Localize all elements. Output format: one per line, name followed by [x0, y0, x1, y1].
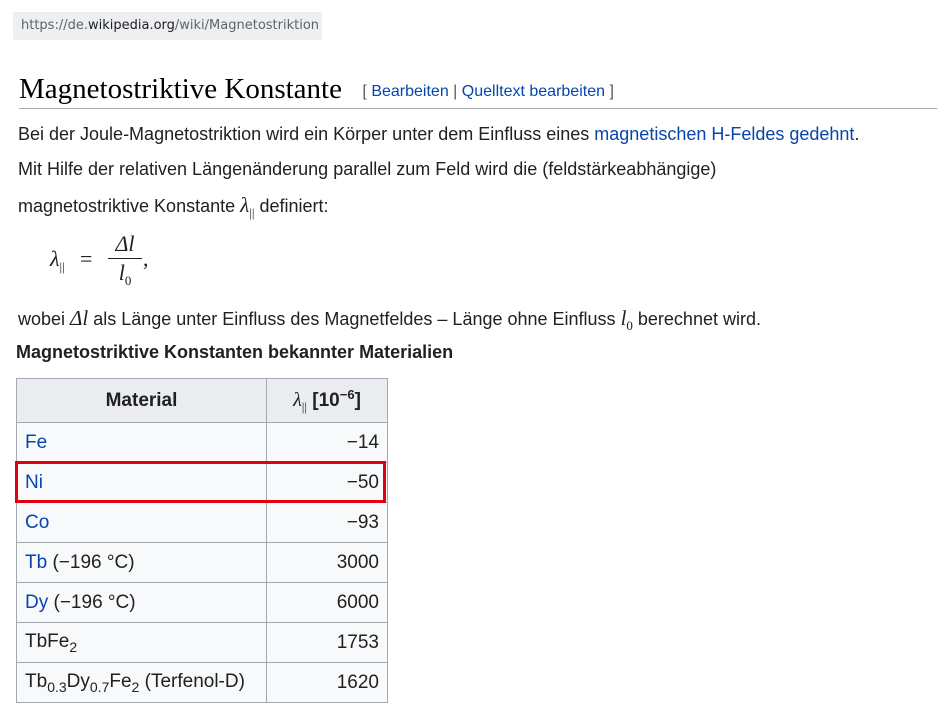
- formula-denominator: l0: [118, 260, 132, 289]
- edit-link[interactable]: Bearbeiten: [371, 83, 448, 100]
- table-row: Co −93: [16, 502, 388, 543]
- paragraph-text: magnetostriktive Konstante: [18, 196, 241, 216]
- formula-fraction: Δl l0: [108, 232, 142, 293]
- value-cell: −50: [266, 462, 388, 503]
- material-link[interactable]: Dy: [25, 592, 48, 613]
- edit-bracket-open: [: [362, 83, 367, 100]
- table-row: Fe −14: [16, 422, 388, 463]
- header-lambda[interactable]: λ|| [10−6]: [266, 378, 388, 423]
- material-link[interactable]: Ni: [25, 472, 43, 493]
- l0-symbol: l0: [620, 306, 633, 333]
- paragraph-text: als Länge unter Einfluss des Magnetfelde…: [88, 309, 621, 329]
- magnetic-field-link[interactable]: magnetischen H-Feldes gedehnt: [594, 124, 854, 144]
- materials-table: Material λ|| [10−6] Fe −14 Ni −50 Co −93…: [16, 378, 388, 703]
- material-cell: Co: [16, 502, 267, 543]
- section-title: Magnetostriktive Konstante: [19, 73, 342, 105]
- material-cell: TbFe2: [16, 622, 267, 663]
- table-row: Dy (−196 °C) 6000: [16, 582, 388, 623]
- table-row: Tb (−196 °C) 3000: [16, 542, 388, 583]
- fraction-bar: [108, 258, 142, 259]
- value-cell: −93: [266, 502, 388, 543]
- table-row: Tb0.3Dy0.7Fe2 (Terfenol-D) 1620: [16, 662, 388, 703]
- table-row: Ni −50: [16, 462, 388, 503]
- header-material[interactable]: Material: [16, 378, 267, 423]
- material-cell: Dy (−196 °C): [16, 582, 267, 623]
- formula-numerator: Δl: [115, 231, 135, 256]
- paragraph-text: definiert:: [254, 196, 329, 216]
- address-bar[interactable]: https://de.wikipedia.org/wiki/Magnetostr…: [13, 12, 322, 40]
- material-link[interactable]: Tb: [25, 552, 47, 573]
- url-path: /wiki/Magnetostriktion: [174, 18, 320, 33]
- value-cell: 1753: [266, 622, 388, 663]
- paragraph-line-2: Mit Hilfe der relativen Längenänderung p…: [18, 159, 717, 179]
- material-cell: Ni: [16, 462, 267, 503]
- edit-section-links: [ Bearbeiten | Quelltext bearbeiten ]: [362, 83, 613, 101]
- paragraph-text: wobei: [18, 309, 71, 329]
- value-cell: 1620: [266, 662, 388, 703]
- paragraph-text: Bei der Joule-Magnetostriktion wird ein …: [18, 124, 595, 144]
- delta-l-symbol: Δl: [70, 306, 89, 330]
- value-cell: −14: [266, 422, 388, 463]
- material-link[interactable]: Fe: [25, 432, 47, 453]
- table-caption: Magnetostriktive Konstanten bekannter Ma…: [16, 342, 454, 362]
- material-cell: Fe: [16, 422, 267, 463]
- table-row: TbFe2 1753: [16, 622, 388, 663]
- material-link[interactable]: Co: [25, 512, 49, 533]
- url-domain: wikipedia.org: [87, 18, 175, 33]
- material-cell: Tb (−196 °C): [16, 542, 267, 583]
- value-cell: 3000: [266, 542, 388, 583]
- paragraph-line-4: wobei Δl als Länge unter Einfluss des Ma…: [18, 306, 761, 338]
- lambda-symbol: λ||: [240, 193, 255, 220]
- paragraph-period: .: [854, 124, 860, 144]
- paragraph-text: berechnet wird.: [632, 309, 761, 329]
- edit-source-link[interactable]: Quelltext bearbeiten: [462, 83, 605, 100]
- paragraph-line-1: Bei der Joule-Magnetostriktion wird ein …: [18, 122, 859, 146]
- value-cell: 6000: [266, 582, 388, 623]
- section-heading: Magnetostriktive Konstante [ Bearbeiten …: [19, 70, 937, 109]
- url-prefix: https://de.: [21, 18, 88, 33]
- formula-lhs: λ||: [50, 246, 65, 274]
- formula-comma: ,: [143, 246, 149, 271]
- edit-separator: |: [453, 83, 458, 100]
- paragraph-line-3: magnetostriktive Konstante λ|| definiert…: [18, 193, 329, 225]
- table-header-row: Material λ|| [10−6]: [16, 378, 388, 423]
- formula-equals: =: [80, 246, 93, 271]
- material-cell: Tb0.3Dy0.7Fe2 (Terfenol-D): [16, 662, 267, 703]
- edit-bracket-close: ]: [609, 83, 614, 100]
